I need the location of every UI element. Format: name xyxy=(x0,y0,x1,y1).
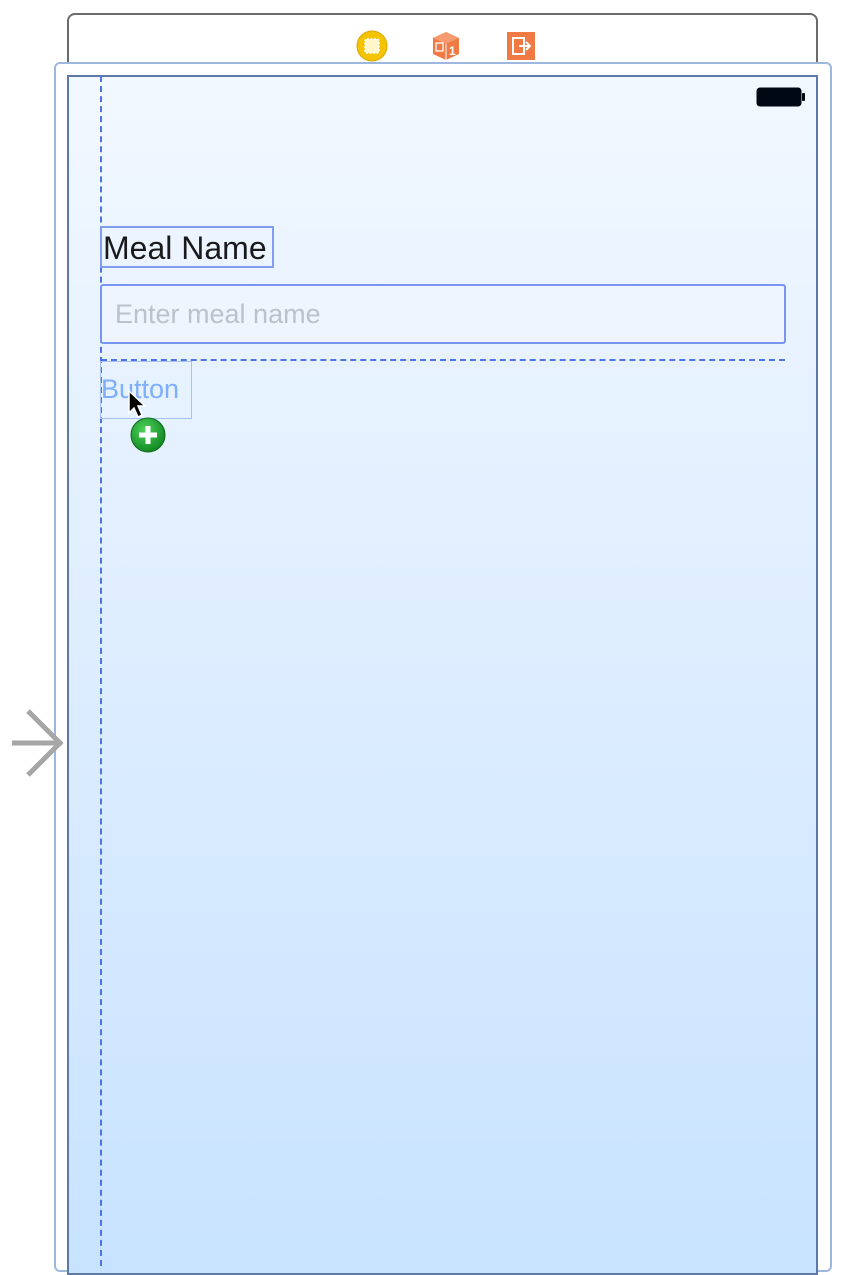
view-controller-icon[interactable] xyxy=(356,30,388,62)
add-copy-icon xyxy=(130,417,166,453)
alignment-guide xyxy=(101,359,785,361)
exit-icon[interactable] xyxy=(505,30,537,62)
meal-name-placeholder: Enter meal name xyxy=(115,299,321,329)
meal-name-label-text: Meal Name xyxy=(103,230,267,266)
first-responder-icon[interactable]: 1 xyxy=(430,30,462,62)
first-responder-badge: 1 xyxy=(449,44,456,58)
mouse-pointer-icon xyxy=(128,389,147,419)
storyboard-entry-point-arrow-icon xyxy=(12,709,64,777)
battery-icon xyxy=(756,87,805,107)
meal-name-text-field[interactable]: Enter meal name xyxy=(100,284,786,344)
meal-name-label[interactable]: Meal Name xyxy=(100,226,274,268)
